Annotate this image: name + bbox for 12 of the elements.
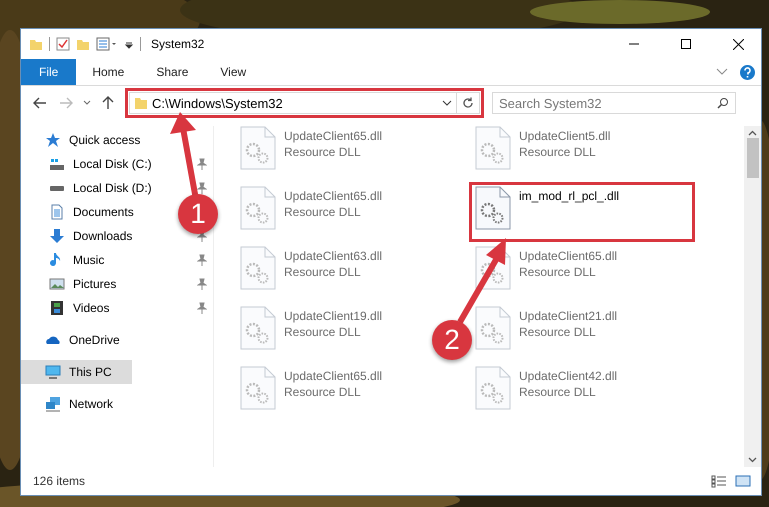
file-type: Resource DLL	[284, 325, 362, 339]
file-type: Resource DLL	[284, 145, 362, 159]
file-type: Resource DLL	[284, 205, 362, 219]
file-type: Resource DLL	[519, 265, 597, 279]
file-type: Resource DLL	[519, 325, 597, 339]
file-type: Resource DLL	[284, 385, 362, 399]
window-title: System32	[151, 37, 204, 51]
file-type: Resource DLL	[519, 385, 597, 399]
item-count: 126 items	[33, 474, 86, 488]
file-type: Resource DLL	[519, 145, 597, 159]
file-type: Resource DLL	[284, 265, 362, 279]
address-path: C:\Windows\System32	[152, 96, 284, 110]
